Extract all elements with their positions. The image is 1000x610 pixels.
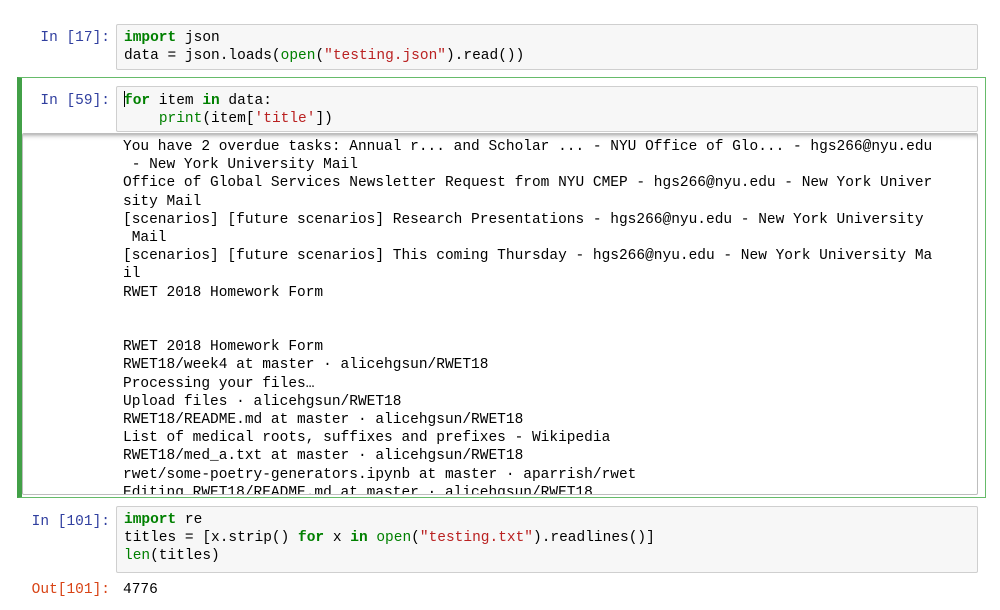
code-token: re — [176, 512, 203, 528]
output-prompt: Out[101]: — [31, 582, 110, 598]
output-line: Office of Global Services Newsletter Req… — [123, 175, 933, 192]
input-prompt: In [59]: — [40, 93, 110, 109]
input-prompt: In [101]: — [31, 514, 110, 530]
keyword-token: in — [350, 530, 368, 547]
code-token: x — [324, 530, 351, 547]
string-token: "testing.txt" — [419, 530, 533, 547]
output-line: [scenarios] [future scenarios] Research … — [123, 211, 924, 228]
keyword-token: import — [124, 30, 177, 46]
output-line: rwet/some-poetry-generators.ipynb at mas… — [123, 466, 637, 483]
output-line: Editing RWET18/README.md at master · ali… — [123, 484, 593, 495]
code-editor[interactable]: import re titles = [x.strip() for x in o… — [124, 511, 655, 566]
input-prompt: In [17]: — [40, 30, 110, 46]
output-line: Upload files · alicehgsun/RWET18 — [123, 393, 402, 410]
output-line: - New York University Mail — [123, 157, 358, 174]
output-line: RWET 2018 Homework Form — [123, 284, 324, 301]
output-line: Processing your files… — [123, 375, 315, 392]
output-line: List of medical roots, suffixes and pref… — [123, 430, 611, 447]
code-token: titles = [x.strip() — [124, 530, 299, 547]
code-token: ).readlines()] — [533, 530, 655, 547]
code-token: (titles) — [150, 548, 220, 565]
output-line: RWET18/med_a.txt at master · alicehgsun/… — [123, 448, 524, 465]
output-line: [scenarios] [future scenarios] This comi… — [123, 248, 933, 265]
output-line: sity Mail — [123, 193, 202, 210]
output-line: You have 2 overdue tasks: Annual r... an… — [123, 139, 933, 155]
code-editor[interactable]: import json data = json.loads(open("test… — [124, 29, 524, 65]
builtin-token: open — [280, 48, 316, 65]
keyword-token: for — [298, 530, 325, 547]
code-token: ).read()) — [445, 48, 525, 65]
output-text: You have 2 overdue tasks: Annual r... an… — [123, 138, 933, 495]
output-line: RWET18/README.md at master · alicehgsun/… — [123, 412, 524, 429]
keyword-token: for — [124, 93, 151, 109]
code-cell-17[interactable]: In [17]: import json data = json.loads(o… — [0, 0, 1000, 75]
output-line: RWET 2018 Homework Form — [123, 339, 324, 356]
output-value: 4776 — [123, 582, 158, 598]
output-line: Mail — [123, 230, 167, 247]
code-editor[interactable]: for item in data: print(item['title']) — [124, 91, 333, 128]
keyword-token: import — [124, 512, 177, 528]
output-line: RWET18/week4 at master · alicehgsun/RWET… — [123, 357, 489, 374]
code-token: (item[ — [202, 111, 255, 128]
code-input-area[interactable]: import json data = json.loads(open("test… — [116, 24, 978, 70]
code-token: data: — [219, 93, 272, 109]
code-input-area[interactable]: for item in data: print(item['title']) — [116, 86, 978, 132]
string-token: "testing.json" — [324, 48, 446, 65]
output-line: il — [123, 266, 141, 283]
string-token: 'title' — [254, 111, 316, 128]
code-token: item — [150, 93, 203, 109]
builtin-token: len — [124, 548, 151, 565]
code-token: data = json.loads( — [124, 48, 281, 65]
builtin-token: open — [376, 530, 412, 547]
code-token: ( — [315, 48, 325, 65]
code-token: ( — [411, 530, 420, 547]
keyword-token: in — [202, 93, 220, 109]
code-token: json — [176, 30, 220, 46]
builtin-token: print — [158, 111, 203, 128]
code-token: ]) — [315, 111, 333, 128]
cell-output-scroll-area[interactable]: You have 2 overdue tasks: Annual r... an… — [22, 133, 978, 495]
code-input-area[interactable]: import re titles = [x.strip() for x in o… — [116, 506, 978, 573]
